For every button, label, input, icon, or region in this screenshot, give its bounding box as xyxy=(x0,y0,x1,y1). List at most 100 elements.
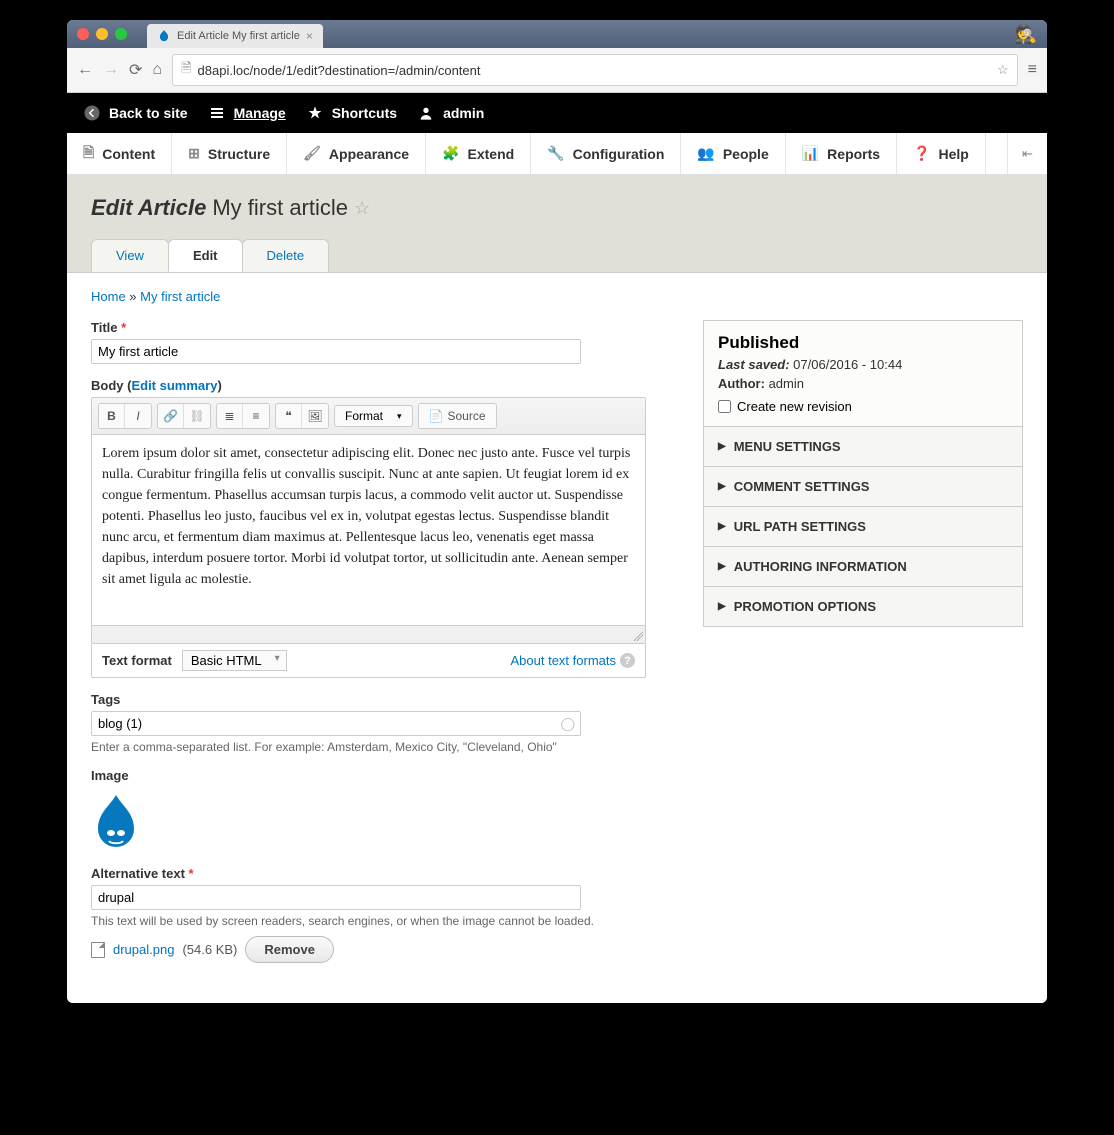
close-tab-icon[interactable]: × xyxy=(306,30,313,42)
caret-icon: ▶ xyxy=(718,481,726,492)
browser-tab-title: Edit Article My first article xyxy=(177,30,300,42)
image-label: Image xyxy=(91,768,673,783)
user-icon xyxy=(417,104,435,122)
about-text-formats-link[interactable]: About text formats? xyxy=(511,653,636,668)
admin-tab-people[interactable]: 👥People xyxy=(681,133,785,174)
file-icon xyxy=(91,942,105,958)
page-title: Edit Article My first article ☆ xyxy=(91,195,1023,221)
revision-checkbox[interactable] xyxy=(718,400,731,413)
close-window-button[interactable] xyxy=(77,28,89,40)
bullet-list-button[interactable]: ≣ xyxy=(217,404,243,428)
tags-input[interactable] xyxy=(91,711,581,736)
breadcrumb: Home » My first article xyxy=(91,289,1023,304)
back-button[interactable]: ← xyxy=(77,61,93,79)
browser-menu-icon[interactable]: ≡ xyxy=(1028,61,1037,79)
page-header: Edit Article My first article ☆ View Edi… xyxy=(67,175,1047,272)
title-input[interactable] xyxy=(91,339,581,364)
admin-tab-content[interactable]: 🗎Content xyxy=(67,133,172,174)
address-bar[interactable]: 🗎 d8api.loc/node/1/edit?destination=/adm… xyxy=(172,54,1018,86)
unlink-button[interactable]: ⛓ xyxy=(184,404,210,428)
edit-summary-link[interactable]: Edit summary xyxy=(131,378,217,393)
reports-icon: 📊 xyxy=(802,145,819,162)
source-button[interactable]: 📄 Source xyxy=(419,404,496,428)
admin-tab-configuration[interactable]: 🔧Configuration xyxy=(531,133,681,174)
caret-icon: ▶ xyxy=(718,561,726,572)
tags-help: Enter a comma-separated list. For exampl… xyxy=(91,740,673,754)
bold-button[interactable]: B xyxy=(99,404,125,428)
tab-edit[interactable]: Edit xyxy=(168,239,243,272)
tab-delete[interactable]: Delete xyxy=(242,239,330,272)
image-button[interactable]: 🖼 xyxy=(302,404,328,428)
numbered-list-button[interactable]: ≡ xyxy=(243,404,269,428)
admin-tab-extend[interactable]: 🧩Extend xyxy=(426,133,531,174)
tags-label: Tags xyxy=(91,692,673,707)
manage-link[interactable]: Manage xyxy=(208,104,286,122)
admin-tab-help[interactable]: ❓Help xyxy=(897,133,986,174)
link-button[interactable]: 🔗 xyxy=(158,404,184,428)
browser-tab[interactable]: Edit Article My first article × xyxy=(147,24,323,48)
admin-tab-structure[interactable]: ⊞Structure xyxy=(172,133,287,174)
body-textarea[interactable]: Lorem ipsum dolor sit amet, consectetur … xyxy=(92,435,645,625)
accordion-url-path-settings[interactable]: ▶URL PATH SETTINGS xyxy=(704,506,1022,546)
admin-tab-appearance[interactable]: 🖌Appearance xyxy=(287,133,426,174)
back-to-site-link[interactable]: Back to site xyxy=(83,104,188,122)
admin-menu: 🗎Content ⊞Structure 🖌Appearance 🧩Extend … xyxy=(67,133,1047,175)
content-icon: 🗎 xyxy=(83,142,94,166)
italic-button[interactable]: I xyxy=(125,404,151,428)
published-heading: Published xyxy=(718,333,1008,353)
admin-tab-reports[interactable]: 📊Reports xyxy=(786,133,897,174)
reload-button[interactable]: ⟳ xyxy=(129,60,142,80)
file-link[interactable]: drupal.png xyxy=(113,942,174,957)
maximize-window-button[interactable] xyxy=(115,28,127,40)
people-icon: 👥 xyxy=(697,145,714,162)
file-size: (54.6 KB) xyxy=(182,942,237,957)
tab-view[interactable]: View xyxy=(91,239,169,272)
address-bar-row: ← → ⟳ ⌂ 🗎 d8api.loc/node/1/edit?destinat… xyxy=(67,48,1047,93)
home-button[interactable]: ⌂ xyxy=(152,61,162,79)
back-arrow-icon xyxy=(83,104,101,122)
user-link[interactable]: admin xyxy=(417,104,484,122)
body-editor: B I 🔗 ⛓ ≣ ≡ xyxy=(91,397,646,644)
alt-text-input[interactable] xyxy=(91,885,581,910)
extend-icon: 🧩 xyxy=(442,145,459,162)
url-text: d8api.loc/node/1/edit?destination=/admin… xyxy=(198,63,481,78)
text-format-select[interactable]: Basic HTML xyxy=(182,650,287,671)
remove-button[interactable]: Remove xyxy=(245,936,334,963)
page-icon: 🗎 xyxy=(181,59,191,81)
bookmark-star-icon[interactable]: ☆ xyxy=(997,62,1009,78)
title-label: Title * xyxy=(91,320,673,335)
blockquote-button[interactable]: ❝ xyxy=(276,404,302,428)
accordion-promotion-options[interactable]: ▶PROMOTION OPTIONS xyxy=(704,586,1022,626)
editor-resize-handle[interactable] xyxy=(92,625,645,643)
editor-toolbar: B I 🔗 ⛓ ≣ ≡ xyxy=(92,398,645,435)
accordion-menu-settings[interactable]: ▶MENU SETTINGS xyxy=(704,426,1022,466)
shortcut-star-icon[interactable]: ☆ xyxy=(354,198,370,219)
collapse-toolbar-button[interactable]: ⇤ xyxy=(1007,133,1047,174)
minimize-window-button[interactable] xyxy=(96,28,108,40)
help-icon: ? xyxy=(620,653,635,668)
accordion-authoring-information[interactable]: ▶AUTHORING INFORMATION xyxy=(704,546,1022,586)
alt-text-help: This text will be used by screen readers… xyxy=(91,914,673,928)
caret-icon: ▶ xyxy=(718,441,726,452)
forward-button[interactable]: → xyxy=(103,61,119,79)
hamburger-icon xyxy=(208,104,226,122)
appearance-icon: 🖌 xyxy=(303,145,321,162)
caret-icon: ▶ xyxy=(718,521,726,532)
revision-checkbox-row[interactable]: Create new revision xyxy=(718,399,1008,414)
drupal-favicon xyxy=(157,29,171,43)
format-dropdown[interactable]: Format▾ xyxy=(334,405,413,427)
shortcuts-link[interactable]: Shortcuts xyxy=(306,104,397,122)
image-preview xyxy=(91,793,141,853)
breadcrumb-home[interactable]: Home xyxy=(91,289,126,304)
caret-icon: ▶ xyxy=(718,601,726,612)
alt-text-label: Alternative text * xyxy=(91,866,673,881)
traffic-lights xyxy=(77,28,127,40)
autocomplete-icon: ◯ xyxy=(560,716,575,732)
breadcrumb-current[interactable]: My first article xyxy=(140,289,220,304)
accordion-comment-settings[interactable]: ▶COMMENT SETTINGS xyxy=(704,466,1022,506)
help-icon: ❓ xyxy=(913,145,930,162)
author-row: Author: admin xyxy=(718,376,1008,391)
star-icon xyxy=(306,104,324,122)
primary-tabs: View Edit Delete xyxy=(91,239,1023,272)
last-saved-row: Last saved: 07/06/2016 - 10:44 xyxy=(718,357,1008,372)
